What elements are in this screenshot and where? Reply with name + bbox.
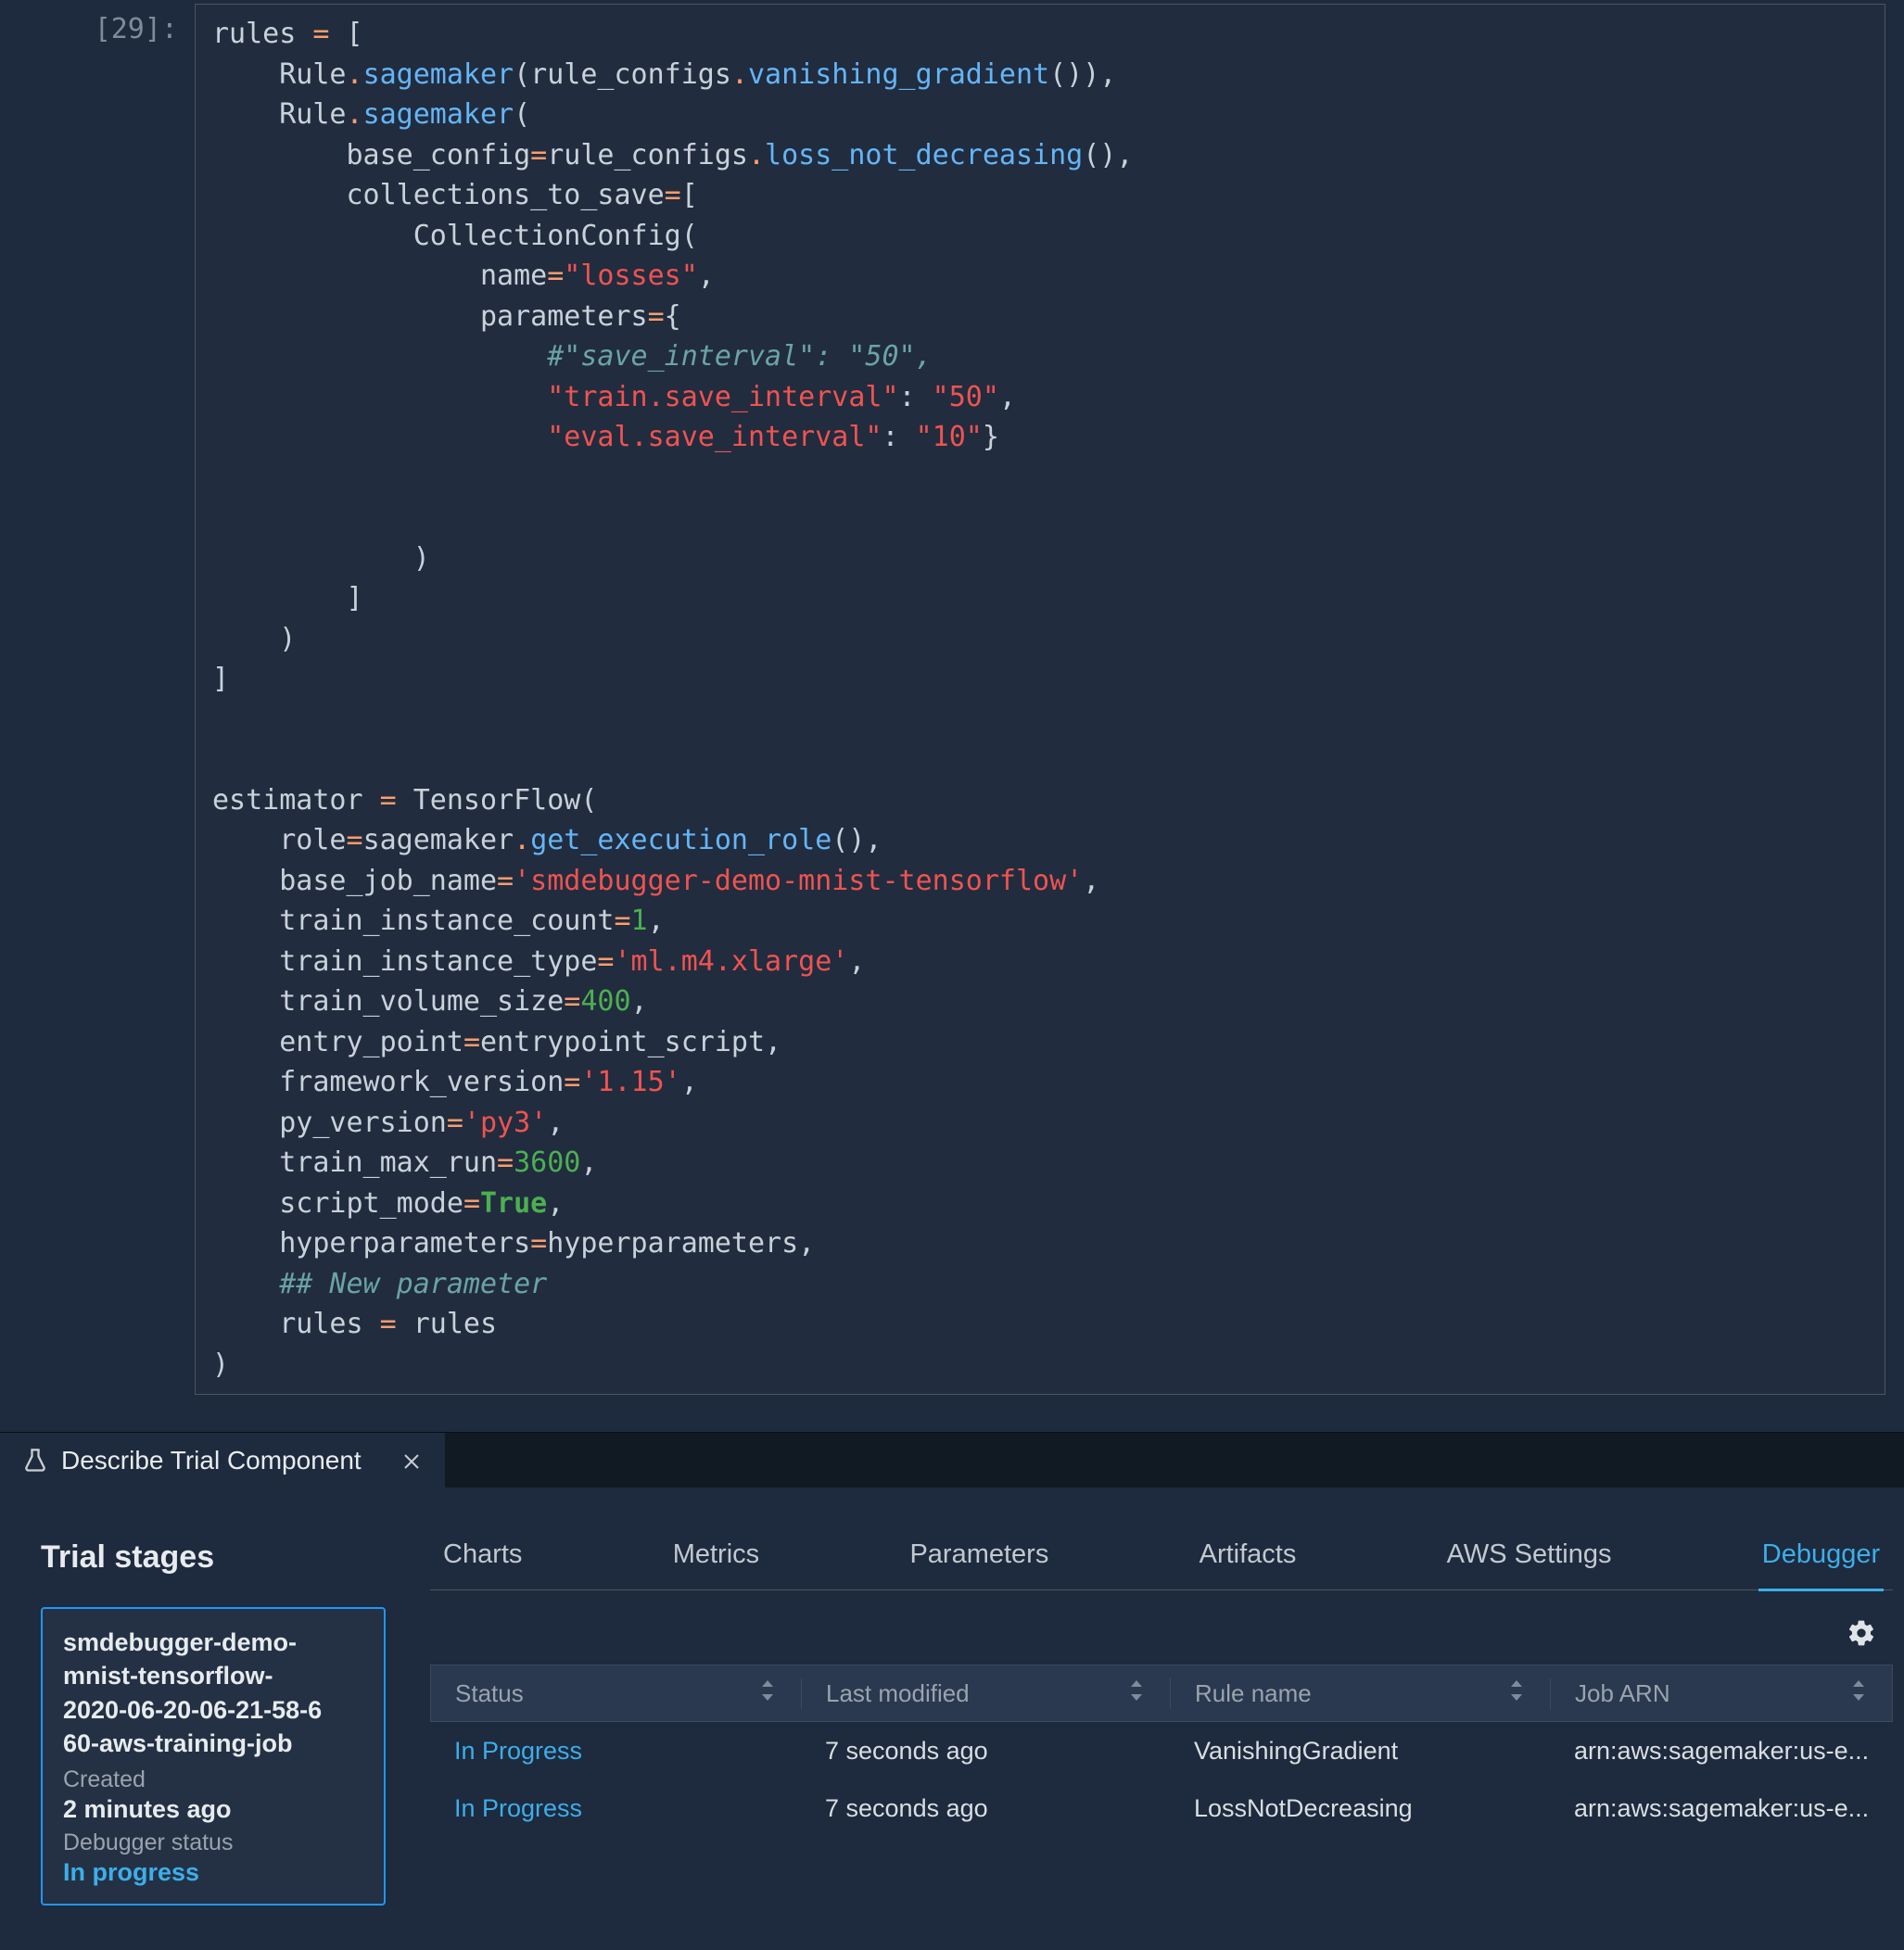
tab-artifacts[interactable]: Artifacts — [1196, 1539, 1301, 1589]
code-cell[interactable]: [29]: rules = [ Rule.sagemaker(rule_conf… — [19, 4, 1885, 1395]
stage-created-label: Created — [63, 1766, 363, 1793]
job-arn-value: arn:aws:sagemaker:us-e... — [1574, 1794, 1869, 1823]
flask-icon — [22, 1448, 48, 1474]
gear-icon[interactable] — [1847, 1618, 1876, 1648]
table-row[interactable]: In Progress 7 seconds ago LossNotDecreasin… — [430, 1779, 1893, 1837]
stage-name: smdebugger-demo-mnist-tensorflow-2020-06… — [63, 1626, 363, 1761]
panel-tab-bar: Describe Trial Component — [0, 1432, 1904, 1488]
tab-aws-settings[interactable]: AWS Settings — [1443, 1539, 1616, 1589]
table-header-rule-name[interactable]: Rule name — [1171, 1678, 1551, 1709]
trial-component-panel: Trial stages smdebugger-demo-mnist-tenso… — [0, 1488, 1904, 1943]
close-icon[interactable] — [400, 1450, 423, 1472]
last-modified-value: 7 seconds ago — [825, 1794, 988, 1823]
tab-debugger[interactable]: Debugger — [1758, 1539, 1884, 1591]
rule-name-value: VanishingGradient — [1194, 1737, 1398, 1766]
notebook-area: [29]: rules = [ Rule.sagemaker(rule_conf… — [0, 0, 1904, 1432]
stage-created-value: 2 minutes ago — [63, 1795, 363, 1824]
tab-charts[interactable]: Charts — [439, 1539, 526, 1589]
trial-stages-heading: Trial stages — [41, 1539, 386, 1576]
cell-prompt: [29]: — [19, 4, 195, 45]
sort-icon[interactable] — [1849, 1678, 1868, 1709]
sort-icon[interactable] — [758, 1678, 777, 1709]
job-arn-value: arn:aws:sagemaker:us-e... — [1574, 1737, 1869, 1766]
detail-tab-bar: Charts Metrics Parameters Artifacts AWS Sett… — [430, 1539, 1893, 1590]
table-header-status[interactable]: Status — [431, 1678, 802, 1709]
code-editor[interactable]: rules = [ Rule.sagemaker(rule_configs.va… — [195, 4, 1885, 1395]
rule-name-value: LossNotDecreasing — [1194, 1794, 1413, 1823]
table-header-job-arn[interactable]: Job ARN — [1551, 1678, 1892, 1709]
table-header-last-modified[interactable]: Last modified — [802, 1678, 1171, 1709]
stage-debugger-value: In progress — [63, 1858, 363, 1887]
table-row[interactable]: In Progress 7 seconds ago VanishingGradien… — [430, 1722, 1893, 1779]
last-modified-value: 7 seconds ago — [825, 1737, 988, 1766]
tab-metrics[interactable]: Metrics — [669, 1539, 763, 1589]
trial-stage-card[interactable]: smdebugger-demo-mnist-tensorflow-2020-06… — [41, 1607, 386, 1906]
debugger-rule-table: StatusLast modifiedRule nameJob ARN In P… — [430, 1665, 1893, 1837]
tab-describe-trial-component[interactable]: Describe Trial Component — [0, 1433, 445, 1488]
status-value: In Progress — [454, 1794, 582, 1823]
status-value: In Progress — [454, 1737, 582, 1766]
tab-title: Describe Trial Component — [61, 1446, 362, 1475]
tab-parameters[interactable]: Parameters — [906, 1539, 1052, 1589]
sort-icon[interactable] — [1127, 1678, 1146, 1709]
stage-debugger-label: Debugger status — [63, 1830, 363, 1856]
sort-icon[interactable] — [1507, 1678, 1526, 1709]
